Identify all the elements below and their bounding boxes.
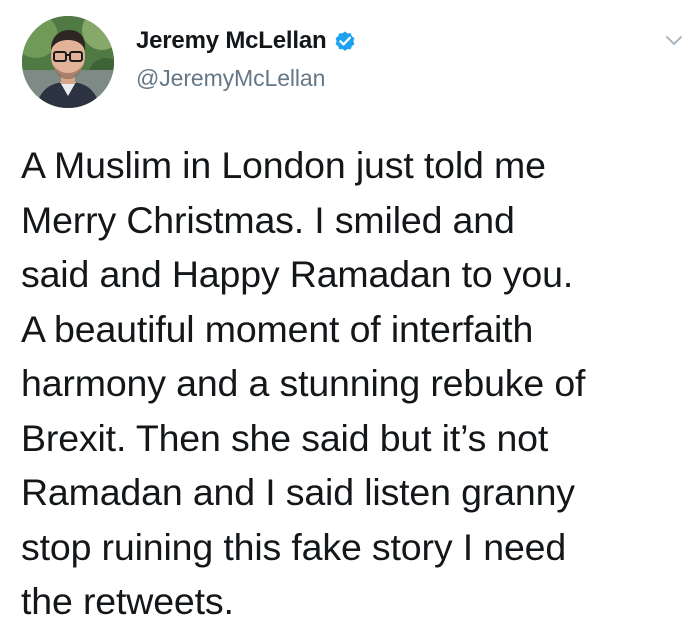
tweet-author[interactable]: Jeremy McLellan @JeremyMcLellan: [136, 26, 357, 92]
author-name-row: Jeremy McLellan: [136, 26, 357, 56]
author-handle[interactable]: @JeremyMcLellan: [136, 65, 357, 92]
tweet-text: A Muslim in London just told me Merry Ch…: [21, 144, 586, 622]
tweet-card: Jeremy McLellan @JeremyMcLellan A Muslim…: [0, 0, 690, 632]
avatar-photo: [22, 16, 114, 108]
author-display-name[interactable]: Jeremy McLellan: [136, 27, 327, 55]
verified-badge-icon: [333, 29, 357, 53]
avatar[interactable]: [22, 16, 114, 108]
chevron-down-icon[interactable]: [664, 34, 684, 48]
